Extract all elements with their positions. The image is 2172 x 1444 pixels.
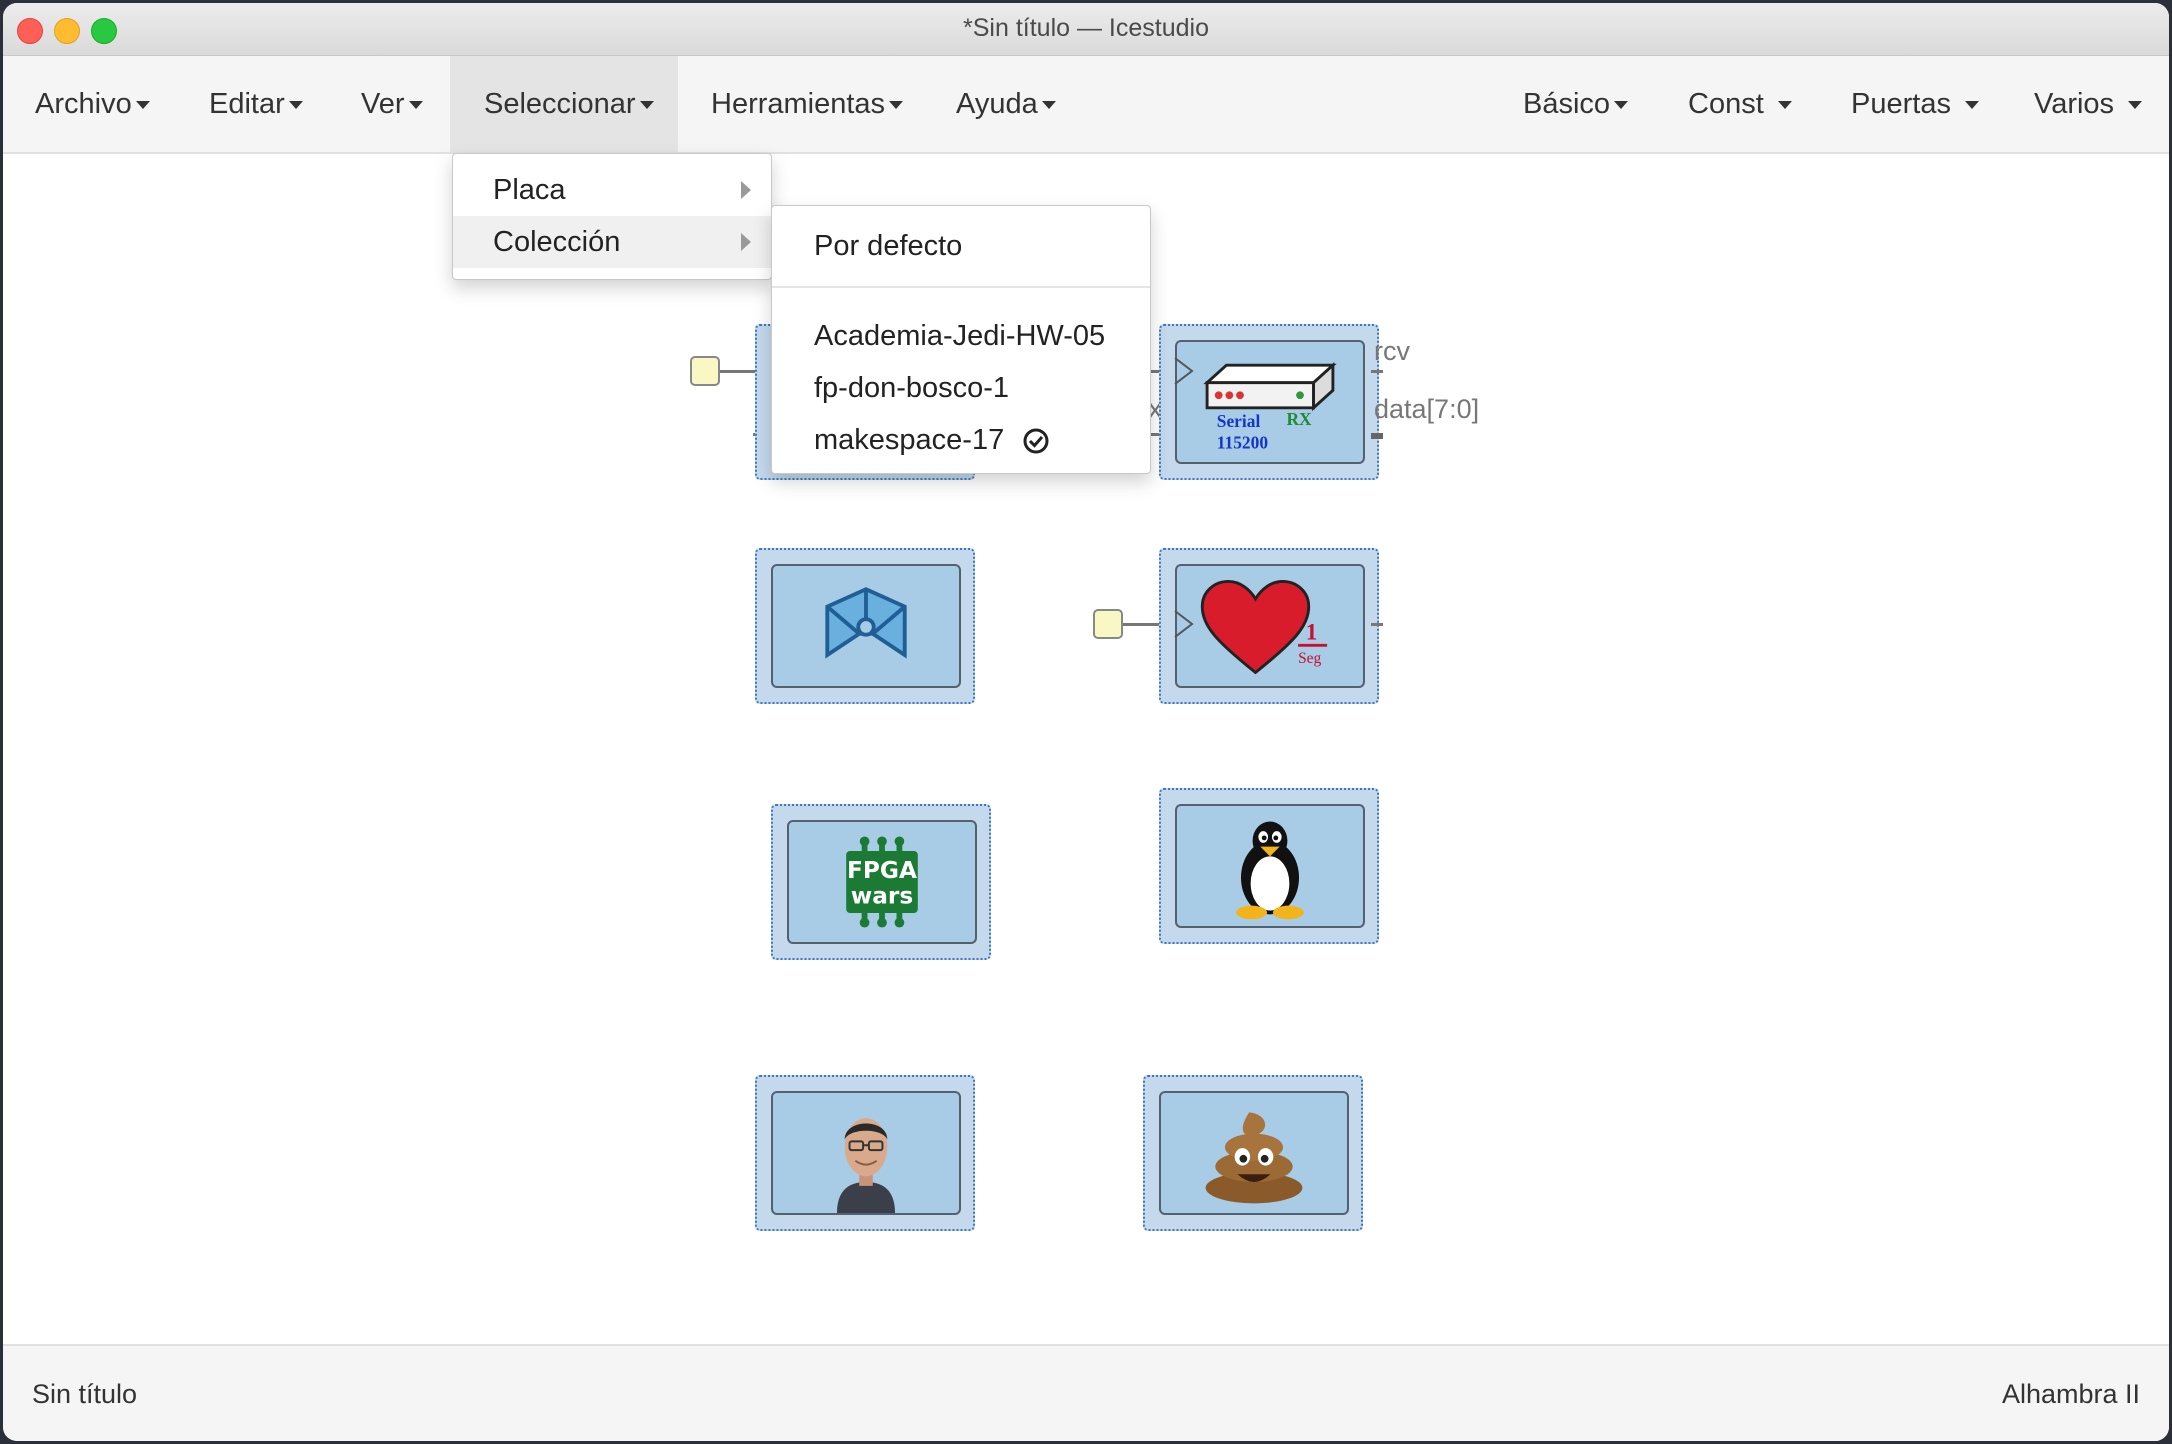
fpga-line2: wars	[851, 882, 913, 909]
collection-submenu: Por defecto Academia-Jedi-HW-05 fp-don-b…	[771, 205, 1151, 474]
menu-herramientas[interactable]: Herramientas	[699, 56, 915, 152]
collection-item-label: makespace-17	[814, 424, 1005, 456]
block-fpga-wars[interactable]: FPGA wars	[771, 804, 991, 960]
caret-down-icon	[408, 101, 423, 110]
caret-down-icon	[1777, 101, 1792, 110]
caret-down-icon	[1964, 101, 1979, 110]
heart-icon: 1 Seg	[1200, 580, 1328, 675]
menu-archivo-label: Archivo	[35, 88, 132, 120]
menu-puertas[interactable]: Puertas	[1839, 56, 1991, 152]
wire	[1371, 370, 1383, 373]
heart-num: 1	[1306, 620, 1318, 646]
input-port[interactable]	[690, 356, 720, 386]
block-icestudio-logo-body	[771, 564, 961, 688]
menu-ayuda-label: Ayuda	[956, 88, 1038, 120]
collection-item-label: Academia-Jedi-HW-05	[814, 320, 1106, 352]
serial-line1: Serial	[1217, 411, 1261, 431]
check-circle-icon	[1023, 428, 1049, 454]
select-menu-dropdown: Placa Colección	[452, 153, 772, 280]
status-file-name: Sin título	[32, 1379, 138, 1409]
wire	[1371, 623, 1383, 626]
submenu-arrow-icon	[741, 233, 751, 251]
clock-input-icon	[1174, 357, 1194, 385]
serial-device-icon: Serial RX 115200	[1203, 361, 1337, 452]
menu-seleccionar[interactable]: Seleccionar	[450, 56, 678, 152]
collection-item[interactable]: fp-don-bosco-1	[772, 362, 1150, 414]
select-menu-item-coleccion-label: Colección	[493, 226, 621, 258]
status-bar: Sin título Alhambra II	[3, 1344, 2169, 1441]
poop-emoji-icon	[1205, 1112, 1303, 1204]
submenu-divider	[772, 286, 1150, 288]
menu-varios[interactable]: Varios	[2022, 56, 2154, 152]
block-icestudio-logo[interactable]	[755, 548, 975, 704]
menu-varios-label: Varios	[2034, 88, 2115, 120]
menu-basico[interactable]: Básico	[1511, 56, 1640, 152]
tux-penguin-icon	[1236, 821, 1304, 920]
block-serial-rx-body: Serial RX 115200	[1175, 340, 1365, 464]
heart-den: Seg	[1298, 650, 1321, 667]
menu-bar: Archivo Editar Ver Seleccionar Herramien…	[3, 56, 2169, 154]
caret-down-icon	[889, 101, 904, 110]
clock-input-icon	[1174, 610, 1194, 638]
block-fpga-wars-body: FPGA wars	[787, 820, 977, 944]
app-window: *Sin título — Icestudio Archivo Editar V…	[3, 3, 2169, 1441]
menu-puertas-label: Puertas	[1851, 88, 1951, 120]
caret-down-icon	[288, 101, 303, 110]
bus-wire	[1371, 433, 1383, 439]
block-serial-rx[interactable]: Serial RX 115200	[1159, 324, 1379, 480]
person-portrait-icon	[836, 1118, 896, 1213]
menu-const[interactable]: Const	[1676, 56, 1804, 152]
collection-item[interactable]: Academia-Jedi-HW-05	[772, 310, 1150, 362]
select-menu-item-coleccion[interactable]: Colección	[453, 216, 771, 268]
menu-basico-label: Básico	[1523, 88, 1611, 120]
block-photo[interactable]	[755, 1075, 975, 1231]
serial-line3: 115200	[1217, 432, 1269, 452]
caret-down-icon	[1041, 101, 1056, 110]
submenu-arrow-icon	[741, 181, 751, 199]
caret-down-icon	[135, 101, 150, 110]
caret-down-icon	[1614, 101, 1629, 110]
window-title: *Sin título — Icestudio	[963, 14, 1209, 42]
menu-ver[interactable]: Ver	[349, 56, 435, 152]
design-canvas[interactable]: X Serial RX 115200 rcv data[7:0] 1 Seg F…	[3, 153, 2169, 1344]
status-board-name[interactable]: Alhambra II	[2002, 1346, 2140, 1441]
menu-herramientas-label: Herramientas	[711, 88, 886, 120]
menu-ver-label: Ver	[361, 88, 405, 120]
select-menu-item-placa-label: Placa	[493, 174, 566, 206]
caret-down-icon	[639, 101, 654, 110]
menu-ayuda[interactable]: Ayuda	[944, 56, 1068, 152]
icestudio-logo-icon	[825, 587, 907, 659]
serial-line2: RX	[1286, 409, 1312, 429]
menu-const-label: Const	[1688, 88, 1764, 120]
port-label-data: data[7:0]	[1374, 394, 1480, 424]
caret-down-icon	[2128, 101, 2143, 110]
menu-editar-label: Editar	[209, 88, 285, 120]
block-poop-body	[1159, 1091, 1349, 1215]
input-port[interactable]	[1093, 609, 1123, 639]
block-poop[interactable]	[1143, 1075, 1363, 1231]
fpga-wars-logo-icon: FPGA wars	[846, 836, 918, 928]
wire	[720, 370, 760, 373]
block-heart-body: 1 Seg	[1175, 564, 1365, 688]
block-photo-body	[771, 1091, 961, 1215]
menu-archivo[interactable]: Archivo	[23, 56, 162, 152]
block-tux[interactable]	[1159, 788, 1379, 944]
fpga-line1: FPGA	[847, 857, 917, 884]
menu-editar[interactable]: Editar	[197, 56, 315, 152]
collection-item-selected[interactable]: makespace-17	[772, 414, 1150, 466]
collection-item-label: fp-don-bosco-1	[814, 372, 1010, 404]
collection-item-default[interactable]: Por defecto	[772, 220, 1150, 272]
block-tux-body	[1175, 804, 1365, 928]
menu-seleccionar-label: Seleccionar	[484, 88, 636, 120]
port-label-rcv: rcv	[1374, 336, 1410, 366]
title-bar[interactable]: *Sin título — Icestudio	[3, 3, 2169, 56]
select-menu-item-placa[interactable]: Placa	[453, 164, 771, 216]
